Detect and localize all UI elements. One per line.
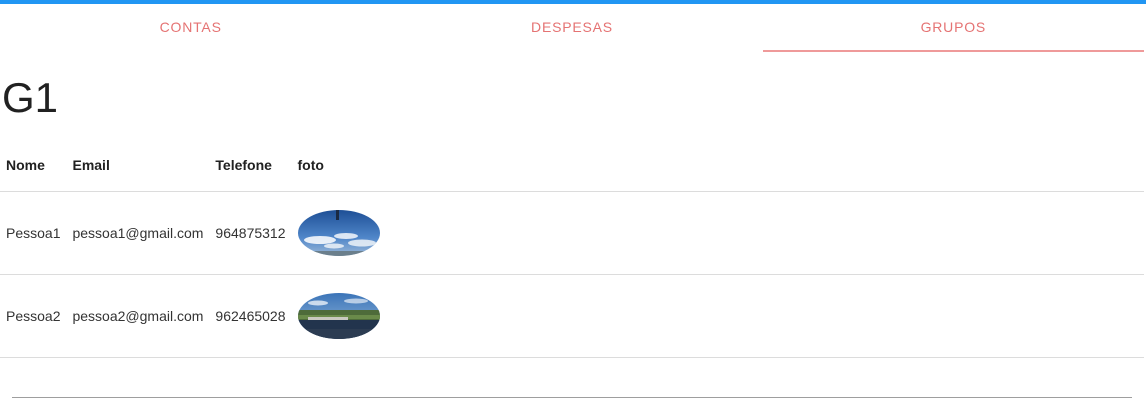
- tab-grupos[interactable]: GRUPOS: [762, 4, 1145, 52]
- members-table: Nome Email Telefone foto Pessoa1 pessoa1…: [0, 138, 1144, 358]
- tab-label: GRUPOS: [920, 19, 987, 35]
- cell-phone: 962465028: [209, 274, 292, 358]
- tab-despesas[interactable]: DESPESAS: [381, 4, 762, 52]
- cell-email: pessoa2@gmail.com: [66, 274, 210, 358]
- header-nome: Nome: [0, 138, 67, 192]
- table-row[interactable]: Pessoa2 pessoa2@gmail.com 962465028: [0, 274, 1144, 358]
- tab-bar: CONTAS DESPESAS GRUPOS: [0, 4, 1145, 52]
- cell-name: Pessoa1: [0, 191, 67, 275]
- cell-name: Pessoa2: [0, 274, 67, 358]
- header-telefone: Telefone: [209, 138, 292, 192]
- row-spacer: [385, 191, 1144, 275]
- header-spacer: [385, 138, 1144, 192]
- table-header-row: Nome Email Telefone foto: [0, 138, 1144, 192]
- bottom-divider: [12, 397, 1132, 398]
- sky-photo-image: [297, 210, 380, 256]
- tab-contas[interactable]: CONTAS: [0, 4, 381, 52]
- group-title: G1: [2, 74, 59, 121]
- landscape-photo-image: [297, 293, 380, 339]
- tab-label: CONTAS: [159, 19, 222, 35]
- cell-photo: [291, 191, 386, 275]
- row-spacer: [385, 274, 1144, 358]
- cell-email: pessoa1@gmail.com: [66, 191, 210, 275]
- avatar: [297, 210, 380, 256]
- header-email: Email: [66, 138, 210, 192]
- tab-label: DESPESAS: [531, 19, 613, 35]
- table-row[interactable]: Pessoa1 pessoa1@gmail.com 964875312: [0, 191, 1144, 275]
- avatar: [297, 293, 380, 339]
- cell-photo: [291, 274, 386, 358]
- header-foto: foto: [291, 138, 386, 192]
- cell-phone: 964875312: [209, 191, 292, 275]
